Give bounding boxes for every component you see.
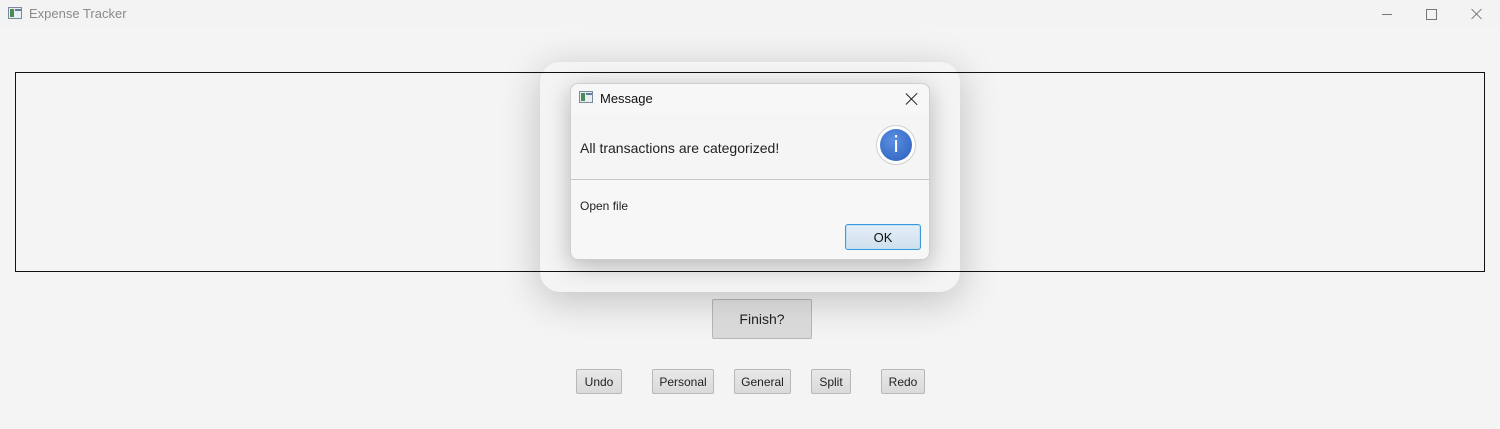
info-glyph: i (880, 129, 912, 161)
dialog-close-icon[interactable] (905, 92, 919, 106)
minimize-button[interactable] (1364, 0, 1410, 28)
finish-button[interactable]: Finish? (712, 299, 812, 339)
personal-button[interactable]: Personal (652, 369, 714, 394)
ok-button[interactable]: OK (845, 224, 921, 250)
split-button[interactable]: Split (811, 369, 851, 394)
dialog-header: All transactions are categorized! i (571, 114, 929, 180)
dialog-app-icon (579, 91, 593, 103)
minimize-icon (1382, 13, 1392, 15)
window-title: Expense Tracker (29, 6, 127, 21)
dialog-title-bar: Message (571, 84, 929, 114)
general-button[interactable]: General (734, 369, 791, 394)
close-icon (1471, 8, 1483, 20)
title-bar: Expense Tracker (0, 0, 1500, 28)
undo-button[interactable]: Undo (576, 369, 622, 394)
dialog-message: All transactions are categorized! (580, 140, 780, 156)
info-icon: i (877, 126, 915, 164)
dialog-title: Message (600, 91, 653, 106)
app-icon (8, 7, 22, 19)
dialog-content-text: Open file (580, 199, 629, 213)
message-dialog: Message All transactions are categorized… (570, 83, 930, 260)
app-window: Expense Tracker Finish? Undo Personal Ge… (0, 0, 1500, 429)
redo-button[interactable]: Redo (881, 369, 925, 394)
close-button[interactable] (1454, 0, 1500, 28)
maximize-button[interactable] (1408, 0, 1454, 28)
maximize-icon (1425, 8, 1437, 20)
